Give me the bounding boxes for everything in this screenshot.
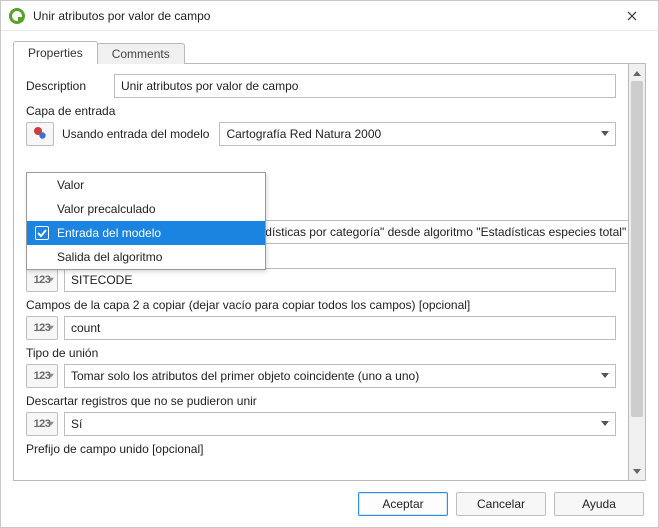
checkbox-checked-icon (35, 226, 49, 240)
campo-tabla2-type-button[interactable]: 123 (26, 268, 58, 292)
capa2-value-text: "Estadísticas por categoría" desde algor… (237, 225, 626, 239)
window-title: Unir atributos por valor de campo (33, 9, 612, 23)
scrollbar-thumb[interactable] (631, 81, 643, 417)
capa-entrada-combo[interactable]: Cartografía Red Natura 2000 (219, 122, 616, 146)
description-row: Description Unir atributos por valor de … (26, 74, 616, 98)
content-area: Properties Comments Description Unir atr… (1, 31, 658, 481)
campos-copiar-input[interactable]: count (64, 316, 616, 340)
description-label: Description (26, 79, 108, 93)
chevron-down-icon (48, 278, 54, 283)
descartar-type-button[interactable]: 123 (26, 412, 58, 436)
chevron-down-icon (48, 374, 54, 379)
campos-copiar-type-button[interactable]: 123 (26, 316, 58, 340)
chevron-down-icon (601, 131, 609, 137)
descartar-value: Sí (71, 417, 82, 431)
help-button[interactable]: Ayuda (554, 492, 644, 516)
mode-dropdown-popup: Valor Valor precalculado Entrada del mod… (26, 172, 266, 270)
dropdown-option-entrada-modelo[interactable]: Entrada del modelo (27, 221, 265, 245)
cancel-button[interactable]: Cancelar (456, 492, 546, 516)
campo-tabla2-input[interactable]: SITECODE (64, 268, 616, 292)
checkbox-empty-icon (35, 178, 49, 192)
scroll-down-arrow-icon[interactable] (629, 463, 645, 480)
vertical-scrollbar[interactable] (629, 63, 646, 481)
tab-properties[interactable]: Properties (13, 41, 98, 64)
dialog-buttons: Aceptar Cancelar Ayuda (1, 481, 658, 527)
checkbox-empty-icon (35, 202, 49, 216)
capa-entrada-value: Cartografía Red Natura 2000 (226, 127, 381, 141)
dropdown-option-valor[interactable]: Valor (27, 173, 265, 197)
accept-button[interactable]: Aceptar (358, 492, 448, 516)
dropdown-option-salida-algoritmo[interactable]: Salida del algoritmo (27, 245, 265, 269)
chevron-down-icon (48, 326, 54, 331)
tipo-union-value: Tomar solo los atributos del primer obje… (71, 369, 419, 383)
campos-copiar-label: Campos de la capa 2 a copiar (dejar vací… (26, 298, 616, 312)
tipo-union-type-button[interactable]: 123 (26, 364, 58, 388)
tab-comments[interactable]: Comments (97, 43, 185, 64)
chevron-down-icon (601, 421, 609, 427)
dialog-window: Unir atributos por valor de campo Proper… (0, 0, 659, 528)
description-input[interactable]: Unir atributos por valor de campo (114, 74, 616, 98)
properties-panel: Description Unir atributos por valor de … (13, 63, 629, 481)
qgis-app-icon (9, 8, 25, 24)
capa-entrada-mode-text: Usando entrada del modelo (62, 127, 209, 141)
scrollbar-track[interactable] (629, 81, 645, 463)
scroll-up-arrow-icon[interactable] (629, 64, 645, 81)
checkbox-empty-icon (35, 250, 49, 264)
gear-red-icon (32, 125, 48, 144)
dropdown-option-valor-precalculado[interactable]: Valor precalculado (27, 197, 265, 221)
capa-entrada-mode-button[interactable] (26, 122, 54, 146)
tipo-union-label: Tipo de unión (26, 346, 616, 360)
titlebar: Unir atributos por valor de campo (1, 1, 658, 31)
tab-bar: Properties Comments (13, 41, 646, 64)
chevron-down-icon (601, 373, 609, 379)
descartar-label: Descartar registros que no se pudieron u… (26, 394, 616, 408)
capa-entrada-label: Capa de entrada (26, 104, 616, 118)
descartar-combo[interactable]: Sí (64, 412, 616, 436)
close-button[interactable] (612, 2, 652, 30)
chevron-down-icon (48, 422, 54, 427)
capa2-value-combo[interactable]: "Estadísticas por categoría" desde algor… (230, 220, 629, 244)
prefijo-label: Prefijo de campo unido [opcional] (26, 442, 616, 456)
tipo-union-combo[interactable]: Tomar solo los atributos del primer obje… (64, 364, 616, 388)
